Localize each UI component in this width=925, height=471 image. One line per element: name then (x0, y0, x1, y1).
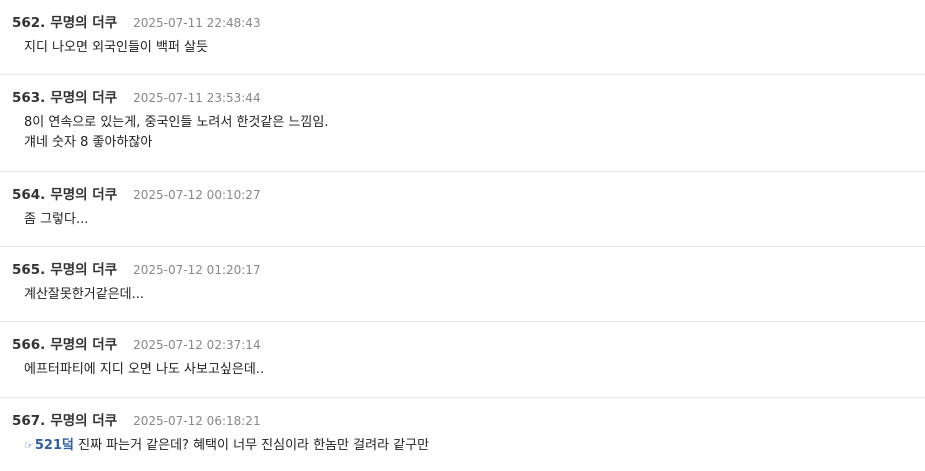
comment-header: 565. 무명의 더쿠 2025-07-12 01:20:17 (12, 258, 913, 278)
pointing-hand-icon: ☞ (24, 439, 34, 452)
comment-562: 562. 무명의 더쿠 2025-07-11 22:48:43 지디 나오면 외… (0, 0, 925, 75)
comment-number[interactable]: 566. (12, 337, 45, 353)
comment-567: 567. 무명의 더쿠 2025-07-12 06:18:21 ☞521덬 진짜… (0, 398, 925, 471)
comment-text-line: 지디 나오면 외국인들이 백퍼 살듯 (24, 40, 208, 55)
comment-text-line: 좀 그렇다... (24, 212, 89, 227)
comment-number[interactable]: 562. (12, 15, 45, 31)
comment-body: ☞521덬 진짜 파는거 같은데? 혜택이 너무 진심이라 한놈만 걸려라 같구… (12, 436, 913, 456)
comment-564: 564. 무명의 더쿠 2025-07-12 00:10:27 좀 그렇다... (0, 172, 925, 247)
comment-author: 무명의 더쿠 (50, 262, 118, 278)
comment-563: 563. 무명의 더쿠 2025-07-11 23:53:44 8이 연속으로 … (0, 75, 925, 172)
comment-565: 565. 무명의 더쿠 2025-07-12 01:20:17 계산잘못한거같은… (0, 247, 925, 322)
comment-body: 에프터파티에 지디 오면 나도 사보고싶은데.. (12, 360, 913, 380)
comment-author: 무명의 더쿠 (50, 187, 118, 203)
comment-number[interactable]: 567. (12, 413, 45, 429)
comment-text: 진짜 파는거 같은데? 혜택이 너무 진심이라 한놈만 걸려라 같구만 (73, 438, 430, 453)
comment-text-line: 8이 연속으로 있는게, 중국인들 노려서 한것같은 느낌임. (24, 115, 329, 130)
comment-body: 지디 나오면 외국인들이 백퍼 살듯 (12, 38, 913, 58)
comment-author: 무명의 더쿠 (50, 413, 118, 429)
comment-date: 2025-07-11 22:48:43 (133, 16, 261, 30)
comment-header: 564. 무명의 더쿠 2025-07-12 00:10:27 (12, 183, 913, 203)
comment-header: 563. 무명의 더쿠 2025-07-11 23:53:44 (12, 86, 913, 106)
comment-body: 계산잘못한거같은데... (12, 285, 913, 305)
reply-anchor-link[interactable]: 521덬 (35, 438, 74, 453)
comment-566: 566. 무명의 더쿠 2025-07-12 02:37:14 에프터파티에 지… (0, 322, 925, 398)
comment-body: 8이 연속으로 있는게, 중국인들 노려서 한것같은 느낌임. 걔네 숫자 8 … (12, 113, 913, 153)
comment-header: 562. 무명의 더쿠 2025-07-11 22:48:43 (12, 11, 913, 31)
comment-date: 2025-07-12 06:18:21 (133, 414, 261, 428)
comment-thread: 562. 무명의 더쿠 2025-07-11 22:48:43 지디 나오면 외… (0, 0, 925, 471)
comment-text-line: 계산잘못한거같은데... (24, 287, 145, 302)
comment-number[interactable]: 565. (12, 262, 45, 278)
comment-date: 2025-07-11 23:53:44 (133, 91, 261, 105)
comment-date: 2025-07-12 02:37:14 (133, 338, 261, 352)
comment-number[interactable]: 564. (12, 187, 45, 203)
comment-body: 좀 그렇다... (12, 210, 913, 230)
comment-author: 무명의 더쿠 (50, 90, 118, 106)
comment-date: 2025-07-12 00:10:27 (133, 188, 261, 202)
comment-text-line: ☞521덬 진짜 파는거 같은데? 혜택이 너무 진심이라 한놈만 걸려라 같구… (24, 436, 913, 456)
comment-number[interactable]: 563. (12, 90, 45, 106)
comment-text-line: 걔네 숫자 8 좋아하잖아 (24, 135, 153, 150)
comment-header: 567. 무명의 더쿠 2025-07-12 06:18:21 (12, 409, 913, 429)
comment-date: 2025-07-12 01:20:17 (133, 263, 261, 277)
comment-text-line: 에프터파티에 지디 오면 나도 사보고싶은데.. (24, 362, 265, 377)
comment-author: 무명의 더쿠 (50, 337, 118, 353)
comment-author: 무명의 더쿠 (50, 15, 118, 31)
comment-header: 566. 무명의 더쿠 2025-07-12 02:37:14 (12, 333, 913, 353)
